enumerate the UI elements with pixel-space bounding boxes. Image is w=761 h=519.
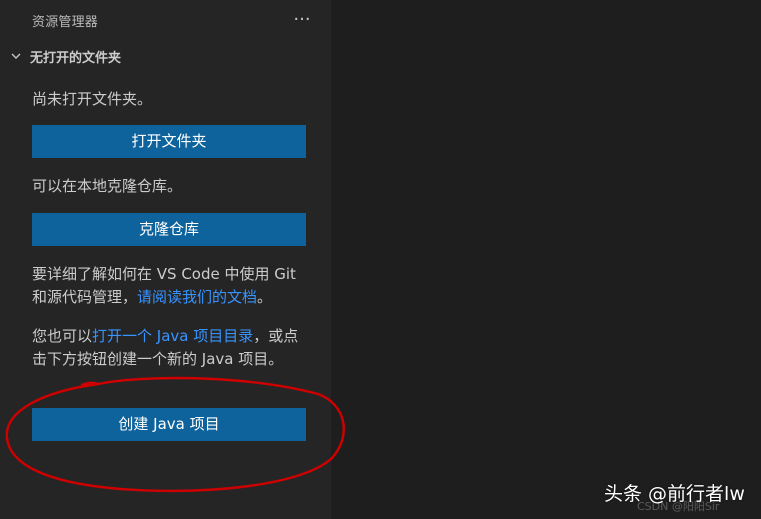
- read-docs-link[interactable]: 请阅读我们的文档: [137, 288, 257, 306]
- clone-hint-message: 可以在本地克隆仓库。: [32, 177, 183, 195]
- java-project-text: 您也可以: [32, 327, 93, 345]
- chevron-down-icon: [8, 48, 24, 64]
- no-folder-message: 尚未打开文件夹。: [32, 90, 153, 108]
- more-actions-icon: ···: [293, 8, 311, 30]
- explorer-title: 资源管理器: [32, 15, 99, 30]
- git-docs-message: 要详细了解如何在 VS Code 中使用 Git 和源代码管理，请阅读我们的文档…: [32, 263, 314, 309]
- java-project-message: 您也可以打开一个 Java 项目目录，或点击下方按钮创建一个新的 Java 项目…: [32, 325, 306, 371]
- more-actions-button[interactable]: ···: [290, 7, 314, 31]
- open-folder-button[interactable]: 打开文件夹: [32, 125, 306, 158]
- no-folder-section-header[interactable]: 无打开的文件夹: [8, 46, 318, 66]
- git-docs-suffix: 。: [257, 288, 273, 306]
- toutiao-watermark: 头条 @前行者lw: [604, 483, 745, 505]
- editor-area: [331, 0, 761, 519]
- create-java-project-button[interactable]: 创建 Java 项目: [32, 408, 306, 441]
- vscode-window: 资源管理器 ··· 无打开的文件夹 尚未打开文件夹。 打开文件夹 可以在本地克隆…: [0, 0, 761, 519]
- explorer-sidebar: 资源管理器 ··· 无打开的文件夹 尚未打开文件夹。 打开文件夹 可以在本地克隆…: [0, 0, 331, 519]
- section-label: 无打开的文件夹: [30, 50, 122, 66]
- clone-repo-button[interactable]: 克隆仓库: [32, 213, 306, 246]
- open-java-project-link[interactable]: 打开一个 Java 项目目录: [92, 327, 253, 345]
